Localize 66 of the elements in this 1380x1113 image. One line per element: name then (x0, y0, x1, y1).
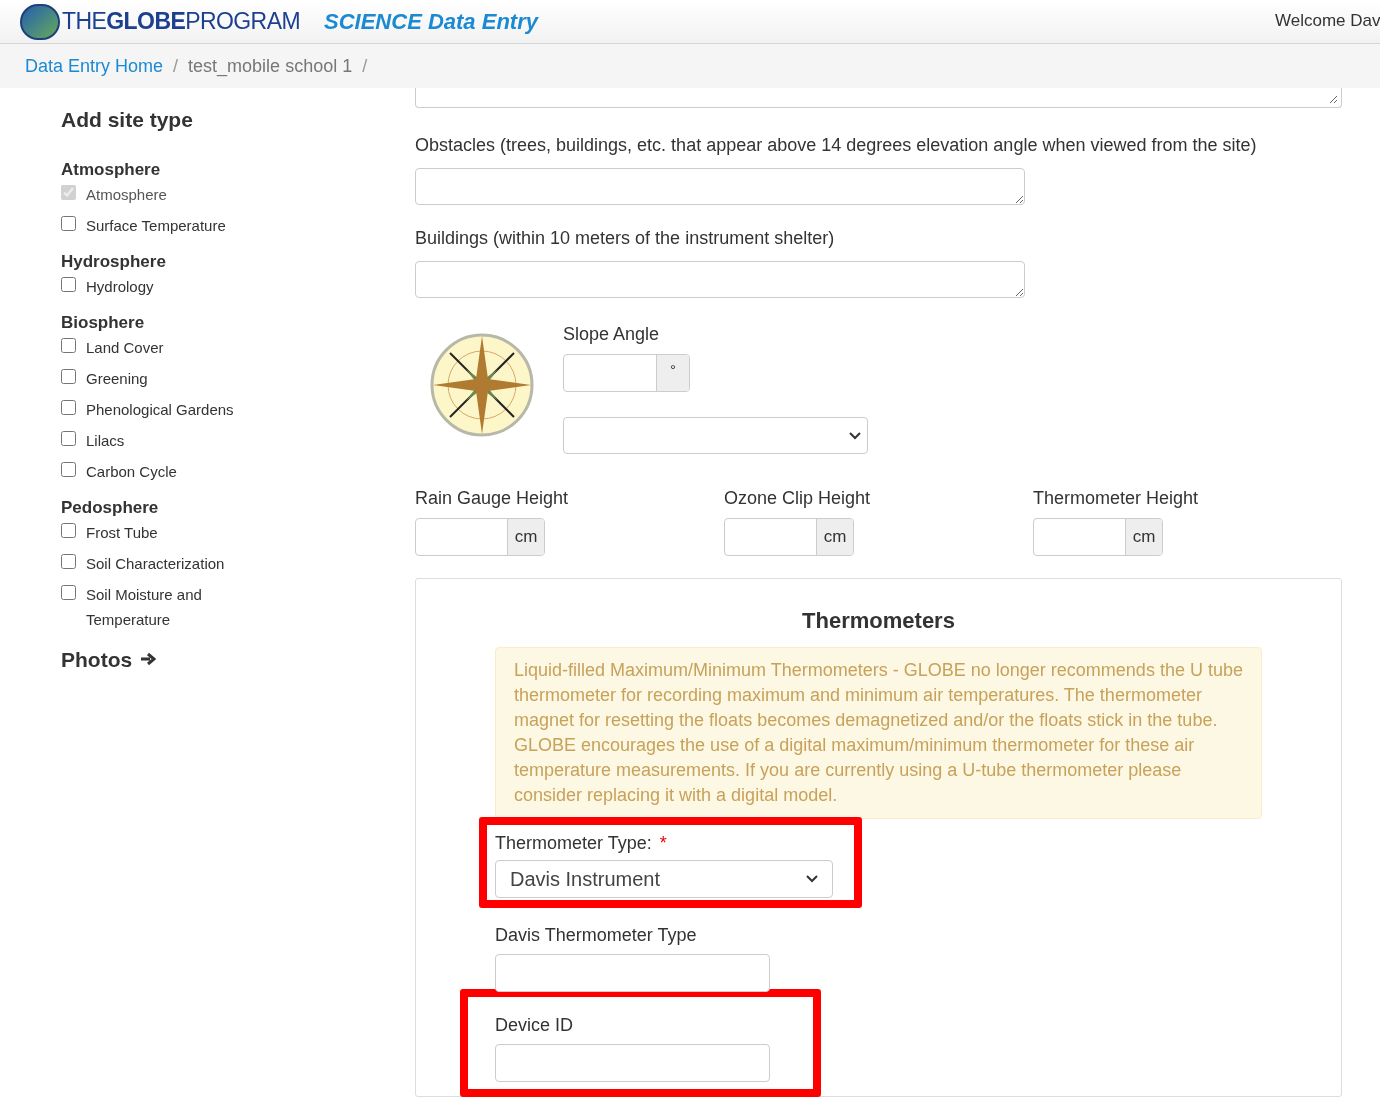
checkbox-label: Frost Tube (86, 522, 159, 543)
resize-grip-icon[interactable] (1329, 95, 1338, 104)
unit-label: cm (816, 519, 853, 555)
checkbox[interactable] (61, 337, 76, 353)
field-label: Device ID (495, 1015, 575, 1035)
globe-logo-icon (20, 3, 60, 40)
field-label: Rain Gauge Height (415, 487, 570, 510)
checkbox[interactable] (61, 368, 76, 384)
sidebar-title: Add site type (61, 107, 194, 133)
group-heading: Atmosphere (61, 158, 162, 181)
checkbox-label: Soil Characterization (86, 553, 226, 574)
textarea-field[interactable] (415, 261, 1025, 298)
field-label: Davis Thermometer Type (495, 925, 698, 945)
slope-input-group[interactable]: ° (563, 354, 690, 392)
checkbox-label: Atmosphere (86, 184, 168, 205)
checkbox[interactable] (61, 522, 76, 538)
chevron-down-icon (806, 875, 818, 883)
checkbox[interactable] (61, 430, 76, 446)
textarea-field[interactable] (415, 88, 1342, 108)
arrow-right-icon (140, 652, 157, 667)
breadcrumb-separator: / (172, 54, 180, 78)
unit-label: ° (656, 355, 689, 391)
logo-text: THEGLOBEPROGRAM (62, 7, 300, 37)
checkbox-label: Land Cover (86, 337, 165, 358)
height-input-group[interactable]: cm (724, 518, 854, 556)
checkbox[interactable] (61, 399, 76, 415)
checkbox[interactable] (61, 215, 76, 231)
checkbox-label: Phenological Gardens (86, 399, 235, 420)
unit-label: cm (1125, 519, 1162, 555)
group-heading: Hydrosphere (61, 250, 167, 273)
checkbox[interactable] (61, 553, 76, 569)
textarea-field[interactable] (415, 168, 1025, 205)
field-label: Buildings (within 10 meters of the instrument shelter) (415, 227, 836, 250)
checkbox-label: Hydrology (86, 276, 155, 297)
field-label: Obstacles (trees, buildings, etc. that appear above 14 degrees elevation angle when viewed from the site) (415, 134, 1258, 157)
height-input-group[interactable]: cm (1033, 518, 1163, 556)
photos-link[interactable]: Photos (61, 643, 157, 675)
checkbox[interactable] (61, 276, 76, 292)
dropdown-value: Davis Instrument (510, 867, 661, 892)
breadcrumb-item: test_mobile school 1 (188, 54, 353, 79)
dropdown-field[interactable]: Davis Instrument (495, 860, 833, 898)
required-mark: * (659, 833, 667, 853)
checkbox-label: Lilacs (86, 430, 126, 451)
panel-title: Thermometers (801, 607, 956, 635)
app-title: SCIENCE Data Entry (324, 8, 538, 36)
unit-label: cm (507, 519, 544, 555)
group-heading: Pedosphere (61, 496, 160, 519)
chevron-down-icon (849, 431, 861, 440)
height-input-group[interactable]: cm (415, 518, 545, 556)
checkbox-label: Soil Moisture and Temperature (86, 584, 203, 630)
group-heading: Biosphere (61, 311, 146, 334)
checkbox-label: Surface Temperature (86, 215, 227, 236)
breadcrumb-separator: / (361, 54, 369, 78)
dropdown-field[interactable] (563, 417, 868, 454)
field-label: Slope Angle (563, 323, 661, 346)
field-label: Thermometer Height (1033, 487, 1200, 510)
field-label: Ozone Clip Height (724, 487, 872, 510)
field-label: Thermometer Type: (495, 833, 652, 853)
warning-alert: Liquid-filled Maximum/Minimum Thermometers - GLOBE no longer recommends the U tube thermometer for recording maximum and minimum air temperatures. The thermometer magnet for resetting the floats becomes demagnetized and/or the floats stick in the tube. GLOBE encourages the use of a digital maximum/minimum thermometer for these air temperature measurements. If you are currently using a U-tube thermometer please consider replacing it with a digital model. (495, 647, 1262, 819)
checkbox[interactable] (61, 584, 76, 600)
welcome-text: Welcome Dav (1275, 10, 1380, 32)
checkbox[interactable] (61, 461, 76, 477)
checkbox-label: Greening (86, 368, 149, 389)
input-field[interactable] (495, 1044, 770, 1082)
checkbox-label: Carbon Cycle (86, 461, 178, 482)
input-field[interactable] (495, 954, 770, 992)
